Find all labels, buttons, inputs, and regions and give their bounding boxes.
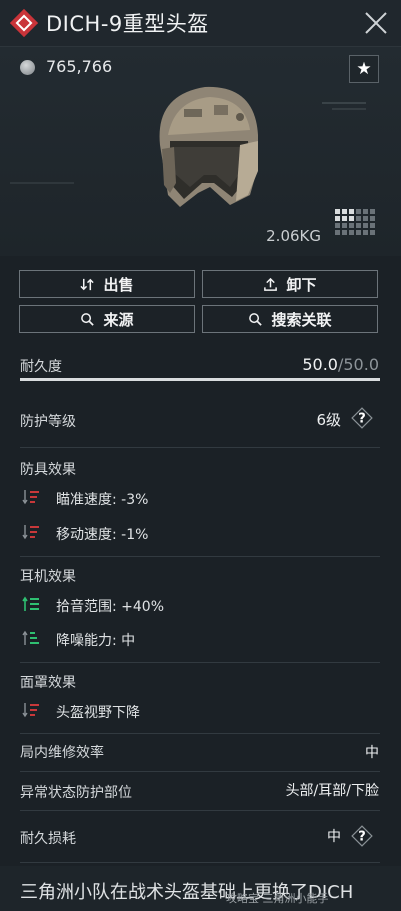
- favorite-button[interactable]: ★: [349, 55, 379, 83]
- debuff-icon: [22, 490, 39, 505]
- armor-effects-title: 防具效果: [20, 462, 76, 478]
- buff-strong-icon: [22, 596, 39, 611]
- headset-effect-noise-reduction: 降噪能力: 中: [56, 633, 136, 649]
- question-icon[interactable]: ?: [350, 824, 374, 848]
- search-icon: [81, 312, 95, 326]
- unequip-label: 卸下: [286, 275, 317, 294]
- debuff-icon: [22, 703, 39, 718]
- divider: [20, 810, 380, 811]
- unequip-button[interactable]: 卸下: [202, 270, 378, 298]
- source-label: 来源: [103, 310, 134, 329]
- divider: [20, 662, 380, 663]
- mask-effects-title: 面罩效果: [20, 675, 76, 691]
- divider: [20, 447, 380, 448]
- wear-value: 中: [327, 829, 341, 845]
- wear-label: 耐久损耗: [20, 831, 76, 847]
- buff-icon: [22, 630, 39, 645]
- decorative-lines: [322, 102, 366, 110]
- close-icon[interactable]: [363, 10, 389, 36]
- item-preview: 765,766 ★ 2.06KG: [0, 47, 401, 256]
- search-related-label: 搜索关联: [271, 310, 332, 329]
- durability-value: 50.0/50.0: [302, 355, 379, 374]
- repair-label: 局内维修效率: [20, 745, 104, 761]
- durability-bar-fill: [20, 378, 380, 381]
- sell-label: 出售: [103, 275, 134, 294]
- status-protection-label: 异常状态防护部位: [20, 785, 132, 801]
- item-price: 765,766: [46, 57, 113, 76]
- sell-button[interactable]: 出售: [19, 270, 195, 298]
- swap-icon: [80, 278, 95, 290]
- protection-label: 防护等级: [20, 414, 76, 430]
- search-icon: [249, 312, 263, 326]
- title-bar: DICH-9重型头盔: [0, 0, 401, 47]
- divider: [20, 862, 380, 863]
- armor-effect-aim-speed: 瞄准速度: -3%: [56, 492, 149, 508]
- svg-text:?: ?: [358, 412, 366, 427]
- svg-text:?: ?: [358, 830, 366, 845]
- armor-effect-move-speed: 移动速度: -1%: [56, 527, 149, 543]
- divider: [20, 556, 380, 557]
- item-weight: 2.06KG: [266, 227, 321, 245]
- helmet-image: [159, 86, 258, 207]
- search-related-button[interactable]: 搜索关联: [202, 305, 378, 333]
- divider: [20, 771, 380, 772]
- diamond-rarity-icon: [10, 9, 38, 37]
- watermark-text: 攻略宝 三角洲小能手: [226, 892, 329, 905]
- headset-effect-pickup-range: 拾音范围: +40%: [56, 599, 165, 615]
- item-title: DICH-9重型头盔: [46, 12, 209, 36]
- decorative-marks: [10, 182, 74, 184]
- star-icon: ★: [356, 59, 372, 79]
- coin-icon: [20, 60, 35, 75]
- divider: [20, 733, 380, 734]
- durability-max: /50.0: [337, 355, 379, 374]
- source-button[interactable]: 来源: [19, 305, 195, 333]
- repair-value: 中: [365, 745, 379, 761]
- headset-effects-title: 耳机效果: [20, 569, 76, 585]
- question-icon[interactable]: ?: [350, 406, 374, 430]
- upload-icon: [264, 277, 278, 291]
- debuff-icon: [22, 525, 39, 540]
- slot-size-icon: [335, 209, 375, 235]
- status-protection-value: 头部/耳部/下脸: [285, 783, 379, 799]
- durability-label: 耐久度: [20, 359, 62, 375]
- protection-value: 6级: [316, 411, 341, 429]
- durability-current: 50.0: [302, 355, 338, 374]
- mask-effect-vision: 头盔视野下降: [56, 705, 140, 721]
